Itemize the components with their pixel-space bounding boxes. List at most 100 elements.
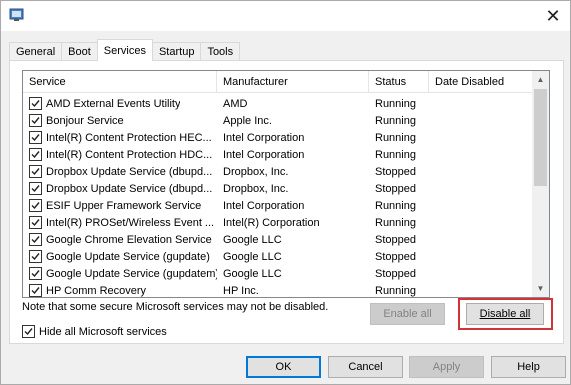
checkmark-icon [31, 270, 40, 278]
service-checkbox[interactable] [29, 131, 42, 144]
enable-all-button[interactable]: Enable all [370, 303, 445, 325]
checkmark-icon [31, 151, 40, 159]
tab-label: Boot [68, 46, 91, 58]
table-row[interactable]: Dropbox Update Service (dbupd... Dropbox,… [23, 163, 534, 180]
cancel-button[interactable]: Cancel [328, 356, 403, 378]
service-cell: Intel(R) Content Protection HEC... [23, 131, 217, 144]
tab-services[interactable]: Services [96, 39, 153, 61]
service-cell: Google Chrome Elevation Service [23, 233, 217, 246]
tab-boot[interactable]: Boot [61, 42, 98, 61]
checkmark-icon [31, 185, 40, 193]
service-cell: Dropbox Update Service (dbupd... [23, 165, 217, 178]
cancel-label: Cancel [348, 361, 383, 373]
status-cell: Running [375, 199, 416, 212]
service-checkbox[interactable] [29, 216, 42, 229]
status-cell: Running [375, 131, 416, 144]
service-cell: Google Update Service (gupdatem) [23, 267, 217, 280]
service-checkbox[interactable] [29, 199, 42, 212]
tab-general[interactable]: General [9, 42, 63, 61]
service-name: Intel(R) Content Protection HDC... [46, 148, 213, 161]
close-button[interactable]: ✕ [536, 1, 570, 31]
service-cell: ESIF Upper Framework Service [23, 199, 217, 212]
tab-label: Startup [158, 46, 195, 58]
status-cell: Running [375, 97, 416, 110]
table-row[interactable]: Intel(R) Content Protection HEC... Intel … [23, 129, 534, 146]
service-cell: HP Comm Recovery [23, 284, 217, 297]
status-cell: Stopped [375, 267, 416, 280]
service-checkbox[interactable] [29, 267, 42, 280]
manufacturer-cell: Dropbox, Inc. [223, 182, 289, 195]
service-checkbox[interactable] [29, 114, 42, 127]
checkmark-icon [31, 287, 40, 295]
manufacturer-cell: Google LLC [223, 267, 282, 280]
table-row[interactable]: Google Chrome Elevation Service Google LL… [23, 231, 534, 248]
system-configuration-window: ✕ General Boot Services Startup Tools Se… [0, 0, 571, 385]
service-name: Google Chrome Elevation Service [46, 233, 212, 246]
hide-microsoft-services-checkbox[interactable]: Hide all Microsoft services [22, 325, 167, 338]
tab-tools[interactable]: Tools [200, 42, 241, 61]
apply-button[interactable]: Apply [409, 356, 484, 378]
service-name: AMD External Events Utility [46, 97, 181, 110]
manufacturer-cell: Google LLC [223, 233, 282, 246]
service-name: Dropbox Update Service (dbupd... [46, 182, 213, 195]
table-row[interactable]: HP Comm Recovery HP Inc. Running [23, 282, 534, 297]
service-checkbox[interactable] [29, 148, 42, 161]
tab-strip: General Boot Services Startup Tools [9, 39, 241, 61]
msconfig-icon [9, 8, 25, 22]
column-header-service[interactable]: Service [23, 71, 217, 93]
scroll-up-arrow-icon[interactable]: ▲ [532, 71, 549, 88]
table-row[interactable]: AMD External Events Utility AMD Running [23, 95, 534, 112]
service-checkbox[interactable] [29, 165, 42, 178]
service-name: Intel(R) Content Protection HEC... [46, 131, 212, 144]
service-checkbox[interactable] [29, 284, 42, 297]
tab-label: General [16, 46, 56, 58]
table-row[interactable]: Bonjour Service Apple Inc. Running [23, 112, 534, 129]
services-list: Service Manufacturer Status Date Disable… [22, 70, 550, 298]
service-checkbox[interactable] [29, 97, 42, 110]
help-button[interactable]: Help [491, 356, 566, 378]
checkmark-icon [31, 202, 40, 210]
table-row[interactable]: Dropbox Update Service (dbupd... Dropbox,… [23, 180, 534, 197]
service-name: HP Comm Recovery [46, 284, 147, 297]
tab-startup[interactable]: Startup [151, 42, 202, 61]
service-name: ESIF Upper Framework Service [46, 199, 202, 212]
manufacturer-cell: Google LLC [223, 250, 282, 263]
apply-label: Apply [432, 361, 461, 373]
scroll-down-arrow-icon[interactable]: ▼ [532, 280, 549, 297]
column-header-date-disabled[interactable]: Date Disabled [429, 71, 534, 93]
checkmark-icon [24, 328, 33, 336]
checkmark-icon [31, 219, 40, 227]
hide-microsoft-services-label: Hide all Microsoft services [39, 325, 167, 338]
service-name: Google Update Service (gupdate) [46, 250, 210, 263]
table-row[interactable]: ESIF Upper Framework Service Intel Corpor… [23, 197, 534, 214]
vertical-scrollbar[interactable]: ▲ ▼ [532, 71, 549, 297]
table-row[interactable]: Intel(R) Content Protection HDC... Intel … [23, 146, 534, 163]
table-row[interactable]: Google Update Service (gupdatem) Google L… [23, 265, 534, 282]
column-header-status[interactable]: Status [369, 71, 429, 93]
checkbox[interactable] [22, 325, 35, 338]
service-checkbox[interactable] [29, 233, 42, 246]
service-checkbox[interactable] [29, 250, 42, 263]
scroll-thumb[interactable] [534, 89, 547, 186]
table-row[interactable]: Intel(R) PROSet/Wireless Event ... Intel(… [23, 214, 534, 231]
service-name: Bonjour Service [46, 114, 124, 127]
secure-services-note: Note that some secure Microsoft services… [22, 301, 329, 313]
table-row[interactable]: Google Update Service (gupdate) Google LL… [23, 248, 534, 265]
checkmark-icon [31, 168, 40, 176]
checkmark-icon [31, 117, 40, 125]
service-cell: Intel(R) PROSet/Wireless Event ... [23, 216, 217, 229]
status-cell: Running [375, 148, 416, 161]
service-checkbox[interactable] [29, 182, 42, 195]
service-cell: Intel(R) Content Protection HDC... [23, 148, 217, 161]
checkmark-icon [31, 236, 40, 244]
tab-label: Tools [207, 46, 234, 58]
disable-all-button[interactable]: Disable all [466, 303, 544, 325]
ok-button[interactable]: OK [246, 356, 321, 378]
title-bar: ✕ [1, 1, 570, 31]
service-cell: AMD External Events Utility [23, 97, 217, 110]
manufacturer-cell: Intel Corporation [223, 148, 305, 161]
list-header: Service Manufacturer Status Date Disable… [23, 71, 534, 93]
manufacturer-cell: Intel(R) Corporation [223, 216, 320, 229]
column-header-manufacturer[interactable]: Manufacturer [217, 71, 369, 93]
manufacturer-cell: Dropbox, Inc. [223, 165, 289, 178]
